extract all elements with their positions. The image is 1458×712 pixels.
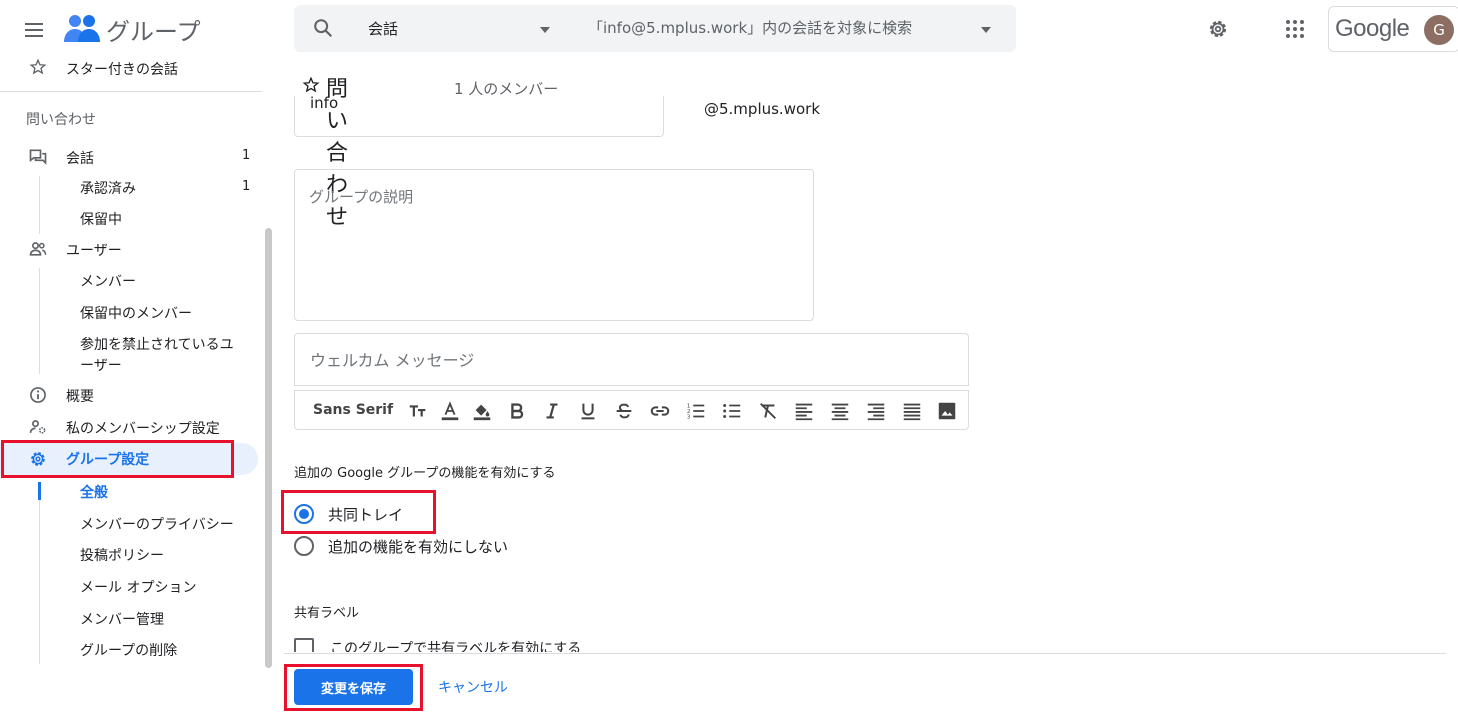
email-domain: @5.mplus.work [704,100,821,118]
sidebar-item-starred[interactable]: スター付きの会話 [0,58,262,78]
search-input[interactable] [588,15,958,41]
radio-label: 共同トレイ [328,506,404,524]
radio-no-extra-features[interactable]: 追加の機能を有効にしない [294,536,534,558]
sidebar-item-label: 会話 [66,151,94,167]
sidebar-scrollbar[interactable] [265,228,272,668]
justify-icon[interactable] [901,400,923,422]
shared-labels-heading: 共有ラベル [294,606,360,621]
align-center-icon[interactable] [829,400,851,422]
sidebar-subitem-member-management[interactable]: メンバー管理 [80,609,164,629]
sidebar-item-membership[interactable]: 私のメンバーシップ設定 [0,417,262,437]
strikethrough-icon[interactable] [613,400,635,422]
sidebar-item-label: 概要 [66,389,94,405]
sidebar: スター付きの会話 問い合わせ 会話 1 承認済み 1 保留中 ユーザー メンバー… [0,52,262,712]
top-app-bar: グループ 会話 Google G [0,0,1458,58]
sidebar-subitem-pending[interactable]: 保留中 [80,209,122,229]
people-icon [28,239,48,259]
app-title: グループ [106,18,201,46]
radio-label: 追加の機能を有効にしない [328,538,509,556]
group-name-heading: 問い合わせ [26,112,96,128]
radio-button-selected[interactable] [294,504,314,524]
gear-icon [28,449,48,469]
tree-line [39,176,40,234]
shared-labels-option[interactable]: このグループで共有ラベルを有効にする [294,636,944,652]
formatting-toolbar: Sans Serif 123 [294,390,969,430]
apps-grid-icon[interactable] [1283,17,1307,41]
menu-icon[interactable] [22,18,46,42]
info-icon [28,385,48,405]
shared-labels-checkbox[interactable] [294,638,314,652]
google-wordmark: Google [1335,15,1410,42]
bold-icon[interactable] [506,400,528,422]
link-icon[interactable] [649,400,671,422]
sidebar-item-conversations[interactable]: 会話 1 [0,147,262,167]
search-scope-select[interactable]: 会話 [368,18,398,39]
sidebar-subitem-posting-policy[interactable]: 投稿ポリシー [80,545,164,565]
sidebar-subitem-banned-users-cont[interactable]: ーザー [80,355,122,375]
description-textarea[interactable] [309,186,799,306]
sidebar-subitem-member-privacy[interactable]: メンバーのプライバシー [80,514,234,534]
text-color-icon[interactable] [439,400,461,422]
active-indicator [38,482,41,500]
underline-icon[interactable] [577,400,599,422]
count-badge: 1 [242,179,251,194]
font-select[interactable]: Sans Serif [313,402,393,418]
search-options-caret-icon[interactable] [979,23,993,37]
bulleted-list-icon[interactable] [721,400,743,422]
sidebar-subitem-banned-users[interactable]: 参加を禁止されているユ [80,334,234,354]
cancel-button[interactable]: キャンセル [426,669,520,705]
save-button[interactable]: 変更を保存 [294,669,413,705]
welcome-message-field [294,333,969,386]
search-bar: 会話 [294,5,1016,52]
caret-down-icon[interactable] [538,23,552,37]
sidebar-subitem-delete-group[interactable]: グループの削除 [80,640,177,660]
radio-collaborative-inbox[interactable]: 共同トレイ [294,504,434,526]
sidebar-item-about[interactable]: 概要 [0,385,262,405]
manage-account-icon [28,417,48,437]
sidebar-subitem-email-options[interactable]: メール オプション [80,577,196,597]
italic-icon[interactable] [541,400,563,422]
star-icon [29,58,49,78]
sidebar-subitem-general[interactable]: 全般 [80,482,108,502]
font-size-icon[interactable] [407,400,429,422]
group-email-value: info [310,96,339,112]
forum-icon [28,147,48,167]
sidebar-subitem-approved[interactable]: 承認済み [80,178,136,198]
sidebar-item-users[interactable]: ユーザー [0,239,262,259]
checkbox-label: このグループで共有ラベルを有効にする [330,641,582,652]
sidebar-item-group-settings[interactable]: グループ設定 [0,443,258,475]
sidebar-divider [0,91,262,92]
star-icon[interactable] [302,76,320,94]
description-field [294,169,814,321]
insert-image-icon[interactable] [936,400,958,422]
welcome-message-input[interactable] [310,348,950,372]
groups-logo-icon [64,12,100,44]
group-email-field[interactable]: info [294,96,664,137]
align-left-icon[interactable] [793,400,815,422]
radio-button[interactable] [294,536,314,556]
tree-line [39,268,40,374]
align-right-icon[interactable] [865,400,887,422]
clear-formatting-icon[interactable] [757,400,779,422]
sidebar-item-label: スター付きの会話 [66,62,178,78]
gear-icon[interactable] [1206,17,1230,41]
tree-line [39,482,40,664]
sidebar-item-label: グループ設定 [66,452,150,468]
highlight-color-icon[interactable] [471,400,493,422]
sidebar-item-label: ユーザー [66,243,122,259]
numbered-list-icon[interactable]: 123 [685,400,707,422]
footer-divider [284,653,1446,654]
count-badge: 1 [242,148,251,163]
search-icon[interactable] [312,17,334,39]
features-section-label: 追加の Google グループの機能を有効にする [294,466,556,481]
sidebar-subitem-pending-members[interactable]: 保留中のメンバー [80,303,192,323]
account-switcher[interactable]: Google G [1328,6,1458,52]
svg-text:3: 3 [687,414,691,420]
sidebar-subitem-members[interactable]: メンバー [80,271,136,291]
avatar[interactable]: G [1424,15,1454,45]
sidebar-item-label: 私のメンバーシップ設定 [66,421,220,437]
